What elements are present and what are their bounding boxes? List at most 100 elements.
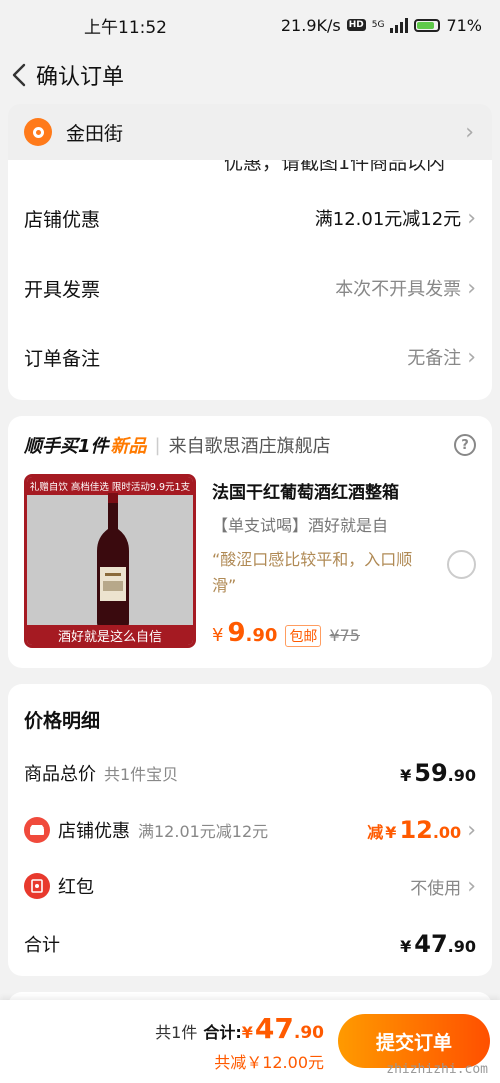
saved-amount: 共减￥12.00元 bbox=[214, 1053, 324, 1072]
battery-level: 71% bbox=[446, 15, 482, 35]
row-label: 合计 bbox=[24, 935, 60, 956]
product-review-quote: “酸涩口感比较平和，入口顺滑” bbox=[212, 550, 413, 595]
address-text: 金田街 bbox=[66, 122, 124, 145]
shop-name: 来自歌思酒庄旗舰店 bbox=[168, 436, 331, 457]
red-packet-icon bbox=[24, 873, 50, 899]
goods-total-row: 商品总价 共1件宝贝 ¥ 59 .90 bbox=[24, 753, 476, 793]
chevron-right-icon: › bbox=[467, 817, 476, 843]
red-packet-row[interactable]: 红包 不使用 › bbox=[24, 866, 476, 906]
total-amount: ¥ 47 .90 bbox=[242, 1012, 324, 1045]
price-detail-heading: 价格明细 bbox=[24, 710, 101, 732]
currency-symbol: ¥ bbox=[385, 823, 397, 842]
shop-discount-value: 满12.01元减12元 bbox=[314, 209, 462, 230]
addon-header: 顺手买1件 新品 | 来自歌思酒庄旗舰店 bbox=[24, 432, 331, 458]
help-icon[interactable]: ? bbox=[454, 434, 476, 456]
minus-prefix: 减 bbox=[367, 823, 384, 842]
row-sub: 共1件宝贝 bbox=[104, 765, 179, 784]
separator: | bbox=[154, 434, 161, 456]
status-bar: 上午11:52 21.9K/s HD 5G 71% bbox=[0, 0, 500, 50]
product-title[interactable]: 法国干红葡萄酒红酒整箱 bbox=[212, 478, 399, 503]
price-decimal: .90 bbox=[245, 625, 278, 646]
row-label: 订单备注 bbox=[24, 347, 101, 370]
price-integer: 9 bbox=[227, 618, 246, 648]
row-left: 商品总价 共1件宝贝 bbox=[24, 760, 178, 786]
row-label: 店铺优惠 bbox=[24, 208, 101, 231]
sum-amount: ¥ 47 .90 bbox=[400, 930, 476, 958]
addon-price: ¥ 9 .90 包邮 ¥75 bbox=[212, 618, 360, 648]
signal-icon bbox=[390, 17, 409, 33]
red-packet-value: 不使用 bbox=[410, 878, 462, 899]
order-totals: 共1件 合计: ¥ 47 .90 共减￥12.00元 bbox=[155, 1012, 324, 1073]
row-left: 店铺优惠 满12.01元减12元 bbox=[24, 817, 268, 843]
page-title: 确认订单 bbox=[36, 65, 125, 90]
row-label: 红包 bbox=[58, 877, 94, 898]
row-left: 红包 bbox=[24, 873, 94, 899]
status-indicators: 21.9K/s HD 5G 71% bbox=[281, 16, 482, 35]
shop-discount-detail-row[interactable]: 店铺优惠 满12.01元减12元 减 ¥ 12 .00 › bbox=[24, 810, 476, 850]
original-price: ¥75 bbox=[329, 626, 360, 645]
invoice-row[interactable]: 开具发票 本次不开具发票 › bbox=[8, 258, 492, 318]
order-note-row[interactable]: 订单备注 无备注 › bbox=[8, 327, 492, 387]
product-subtitle: 【单支试喝】酒好就是自 bbox=[212, 516, 389, 535]
image-bottom-banner: 酒好就是这么自信 bbox=[27, 625, 193, 645]
net-speed: 21.9K/s bbox=[280, 15, 341, 35]
submit-order-button[interactable]: 提交订单 bbox=[338, 1014, 490, 1068]
amount-decimal: .90 bbox=[447, 937, 476, 956]
free-shipping-badge: 包邮 bbox=[285, 625, 322, 647]
addon-product-card: 顺手买1件 新品 | 来自歌思酒庄旗舰店 ? 礼赠自饮 高档佳选 限时活动9.9… bbox=[8, 416, 492, 668]
chevron-right-icon: › bbox=[467, 344, 476, 370]
addon-title: 顺手买1件 bbox=[24, 436, 109, 457]
amount-integer: 47 bbox=[414, 930, 448, 958]
total-label: 合计: bbox=[203, 1023, 242, 1042]
amount-decimal: .90 bbox=[293, 1023, 324, 1043]
chevron-right-icon: › bbox=[467, 275, 476, 301]
chevron-right-icon: › bbox=[467, 205, 476, 231]
price-detail-card: 价格明细 商品总价 共1件宝贝 ¥ 59 .90 店铺优惠 满12.01元减12… bbox=[8, 684, 492, 976]
row-left: 合计 bbox=[24, 931, 60, 957]
address-selector[interactable]: 金田街 › bbox=[8, 104, 492, 160]
select-addon-radio[interactable] bbox=[447, 550, 476, 579]
battery-icon bbox=[414, 18, 441, 32]
amount-integer: 59 bbox=[414, 759, 448, 787]
currency-symbol: ¥ bbox=[241, 1023, 253, 1042]
new-tag: 新品 bbox=[110, 436, 147, 457]
shop-discount-row[interactable]: 店铺优惠 满12.01元减12元 › bbox=[8, 188, 492, 248]
row-sub: 满12.01元减12元 bbox=[138, 822, 269, 841]
product-image[interactable]: 礼赠自饮 高档佳选 限时活动9.9元1支 酒好就是这么自信 bbox=[24, 474, 196, 648]
back-arrow-icon[interactable] bbox=[6, 55, 32, 95]
chevron-right-icon: › bbox=[467, 873, 476, 899]
row-value: 本次不开具发票 › bbox=[335, 275, 476, 301]
wine-bottle-icon bbox=[97, 493, 129, 627]
cutoff-text: 优惠，请截图1件商品以内 bbox=[224, 160, 446, 174]
nav-bar: 确认订单 bbox=[0, 50, 500, 100]
shop-coupon-icon bbox=[24, 817, 50, 843]
totals-line: 共1件 合计: ¥ 47 .90 bbox=[155, 1012, 324, 1045]
row-label: 店铺优惠 bbox=[58, 821, 130, 842]
amount-integer: 12 bbox=[399, 816, 433, 844]
row-right: 减 ¥ 12 .00 › bbox=[367, 816, 476, 844]
shop-discount-amount: 减 ¥ 12 .00 bbox=[367, 816, 461, 844]
invoice-value: 本次不开具发票 bbox=[335, 279, 462, 300]
item-count: 共1件 bbox=[155, 1023, 198, 1042]
network-type: 5G bbox=[371, 20, 385, 30]
location-pin-icon bbox=[24, 118, 52, 146]
sum-row: 合计 ¥ 47 .90 bbox=[24, 924, 476, 964]
chevron-right-icon: › bbox=[465, 119, 474, 145]
currency-symbol: ¥ bbox=[400, 937, 412, 956]
amount-decimal: .00 bbox=[432, 823, 462, 842]
row-value: 无备注 › bbox=[407, 344, 476, 370]
order-note-value: 无备注 bbox=[407, 348, 462, 369]
row-label: 开具发票 bbox=[24, 278, 101, 301]
watermark: zhizhizhi.com bbox=[386, 1062, 488, 1077]
hd-icon: HD bbox=[346, 19, 366, 31]
row-label: 商品总价 bbox=[24, 764, 96, 785]
row-value: 满12.01元减12元 › bbox=[315, 205, 476, 231]
order-options-card: 优惠，请截图1件商品以内 店铺优惠 满12.01元减12元 › 开具发票 本次不… bbox=[8, 160, 492, 400]
status-time: 上午11:52 bbox=[84, 17, 167, 38]
row-right: 不使用 › bbox=[410, 874, 476, 899]
currency-symbol: ¥ bbox=[400, 766, 412, 785]
amount-decimal: .90 bbox=[447, 766, 476, 785]
amount-integer: 47 bbox=[254, 1012, 294, 1045]
currency-symbol: ¥ bbox=[212, 625, 224, 646]
goods-total-amount: ¥ 59 .90 bbox=[400, 759, 476, 787]
